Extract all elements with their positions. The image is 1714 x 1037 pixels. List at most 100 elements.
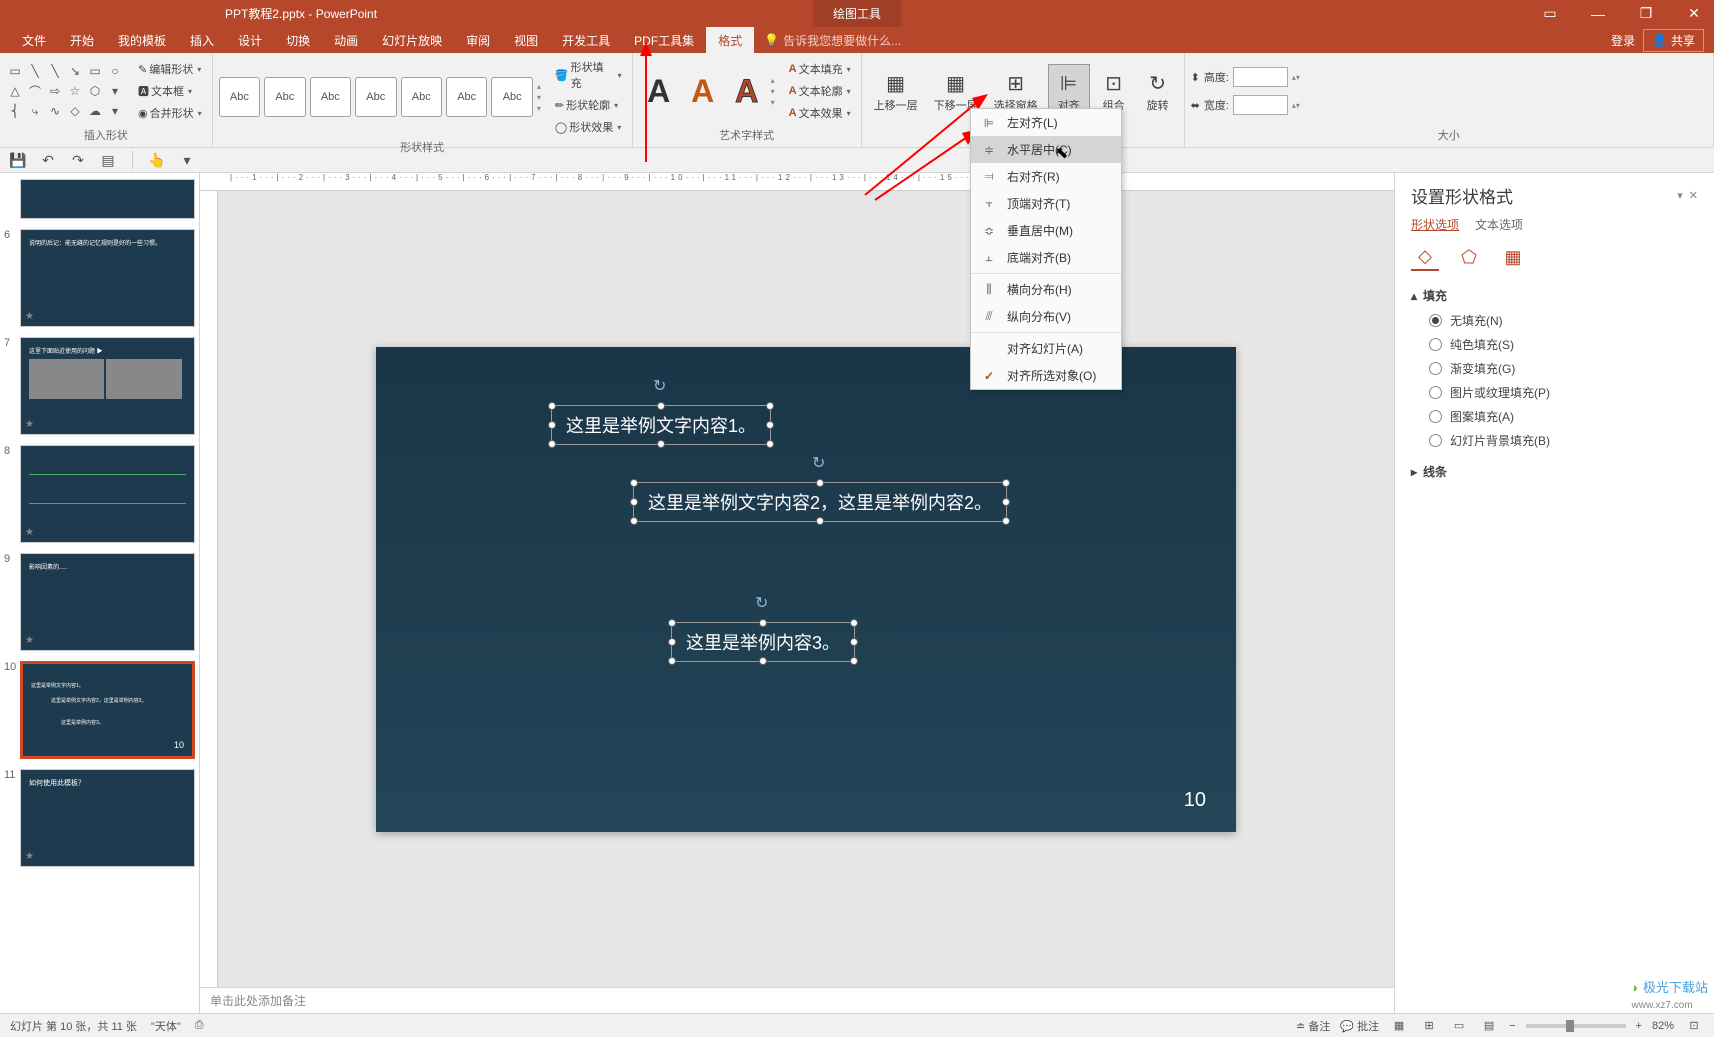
tab-transition[interactable]: 切换: [274, 27, 322, 53]
fit-to-window-icon[interactable]: ⊡: [1684, 1016, 1704, 1036]
qat-start-icon[interactable]: ▤: [98, 150, 118, 170]
bring-forward-button[interactable]: ▦上移一层: [868, 65, 924, 117]
tab-animation[interactable]: 动画: [322, 27, 370, 53]
view-sorter-icon[interactable]: ⊞: [1419, 1016, 1439, 1036]
login-link[interactable]: 登录: [1611, 32, 1635, 49]
shape-line-icon[interactable]: ╲: [26, 62, 44, 80]
text-effects-button[interactable]: A文本效果▾: [785, 103, 855, 123]
tab-home[interactable]: 开始: [58, 27, 106, 53]
menu-align-left[interactable]: ⊫左对齐(L): [971, 109, 1121, 136]
view-reading-icon[interactable]: ▭: [1449, 1016, 1469, 1036]
zoom-in-button[interactable]: +: [1636, 1020, 1642, 1032]
wordart-style-2[interactable]: A: [683, 71, 723, 111]
shape-cloud-icon[interactable]: ☁: [86, 102, 104, 120]
shape-arrow2-icon[interactable]: ⇨: [46, 82, 64, 100]
view-slideshow-icon[interactable]: ▤: [1479, 1016, 1499, 1036]
menu-align-center-v[interactable]: ≎垂直居中(M): [971, 217, 1121, 244]
shape-style-4[interactable]: Abc: [355, 77, 396, 117]
view-normal-icon[interactable]: ▦: [1389, 1016, 1409, 1036]
thumbnail-11[interactable]: 如何使用此模板？★: [20, 769, 195, 867]
shape-hex-icon[interactable]: ⬡: [86, 82, 104, 100]
current-slide[interactable]: ↻ 这里是举例文字内容1。 ↻ 这里是举例文字内容2，这里是举例内容2。: [376, 347, 1236, 832]
shape-style-3[interactable]: Abc: [310, 77, 351, 117]
rotate-handle-icon[interactable]: ↻: [755, 593, 771, 609]
radio-solid-fill[interactable]: 纯色填充(S): [1429, 336, 1698, 353]
shape-style-6[interactable]: Abc: [446, 77, 487, 117]
pane-tab-shape-options[interactable]: 形状选项: [1411, 216, 1459, 233]
thumbnail-7[interactable]: 这里下面贴近使用的问题 ▶★: [20, 337, 195, 435]
pane-tab-text-options[interactable]: 文本选项: [1475, 216, 1523, 233]
zoom-out-button[interactable]: −: [1509, 1020, 1515, 1032]
thumbnail-8[interactable]: ★: [20, 445, 195, 543]
shape-brace-icon[interactable]: ⎨: [6, 102, 24, 120]
qat-touch-icon[interactable]: 👆: [147, 150, 167, 170]
shape-connector-icon[interactable]: ⤷: [26, 102, 44, 120]
tab-file[interactable]: 文件: [10, 27, 58, 53]
window-minimize-button[interactable]: —: [1578, 0, 1618, 27]
fill-section-header[interactable]: ▴填充: [1411, 287, 1698, 304]
pane-close-icon[interactable]: ✕: [1689, 189, 1698, 202]
shape-rect-icon[interactable]: ▭: [6, 62, 24, 80]
shape-more-icon[interactable]: ▾: [106, 82, 124, 100]
menu-align-center-h[interactable]: ≑水平居中(C): [971, 136, 1121, 163]
tab-review[interactable]: 审阅: [454, 27, 502, 53]
notes-pane[interactable]: 单击此处添加备注: [200, 987, 1394, 1013]
menu-align-to-selected[interactable]: ✓对齐所选对象(O): [971, 362, 1121, 389]
shape-style-5[interactable]: Abc: [401, 77, 442, 117]
text-outline-button[interactable]: A文本轮廓▾: [785, 81, 855, 101]
rotate-button[interactable]: ↻旋转: [1138, 65, 1178, 117]
tab-dev[interactable]: 开发工具: [550, 27, 622, 53]
menu-align-to-slide[interactable]: 对齐幻灯片(A): [971, 335, 1121, 362]
qat-undo-icon[interactable]: ↶: [38, 150, 58, 170]
thumbnail-5[interactable]: [20, 179, 195, 219]
pane-dropdown-icon[interactable]: ▾: [1677, 189, 1683, 202]
notes-toggle[interactable]: ≐ 备注: [1296, 1018, 1330, 1034]
menu-align-bottom[interactable]: ⫠底端对齐(B): [971, 244, 1121, 271]
width-input[interactable]: [1233, 95, 1288, 115]
textbox-3[interactable]: ↻ 这里是举例内容3。: [671, 622, 855, 662]
tab-templates[interactable]: 我的模板: [106, 27, 178, 53]
thumbnail-9[interactable]: 影响因素的.....★: [20, 553, 195, 651]
qat-save-icon[interactable]: 💾: [8, 150, 28, 170]
shape-gallery[interactable]: ▭ ╲ ╲ ↘ ▭ ○ △ ⌒ ⇨ ☆ ⬡ ▾ ⎨ ⤷ ∿ ◇ ☁ ▾: [6, 62, 124, 120]
shape-freeform-icon[interactable]: ∿: [46, 102, 64, 120]
radio-picture-fill[interactable]: 图片或纹理填充(P): [1429, 384, 1698, 401]
radio-gradient-fill[interactable]: 渐变填充(G): [1429, 360, 1698, 377]
textbox-button[interactable]: 🅰文本框▾: [134, 81, 206, 101]
shape-callout-icon[interactable]: ◇: [66, 102, 84, 120]
textbox-1[interactable]: ↻ 这里是举例文字内容1。: [551, 405, 771, 445]
line-section-header[interactable]: ▸线条: [1411, 463, 1698, 480]
shape-effects-button[interactable]: ◯形状效果▾: [551, 117, 626, 137]
qat-redo-icon[interactable]: ↷: [68, 150, 88, 170]
radio-slide-bg-fill[interactable]: 幻灯片背景填充(B): [1429, 432, 1698, 449]
comments-toggle[interactable]: 💬 批注: [1340, 1018, 1379, 1034]
qat-dropdown-icon[interactable]: ▾: [177, 150, 197, 170]
menu-align-top[interactable]: ⫟顶端对齐(T): [971, 190, 1121, 217]
rotate-handle-icon[interactable]: ↻: [653, 376, 669, 392]
shape-style-2[interactable]: Abc: [264, 77, 305, 117]
shape-arrow-icon[interactable]: ↘: [66, 62, 84, 80]
shape-style-7[interactable]: Abc: [491, 77, 532, 117]
window-close-button[interactable]: ✕: [1674, 0, 1714, 27]
menu-align-right[interactable]: ⫤右对齐(R): [971, 163, 1121, 190]
fill-line-icon[interactable]: ◇: [1411, 243, 1439, 271]
window-restore-button[interactable]: ❐: [1626, 0, 1666, 27]
wordart-style-1[interactable]: A: [639, 71, 679, 111]
shape-star-icon[interactable]: ☆: [66, 82, 84, 100]
tab-slideshow[interactable]: 幻灯片放映: [370, 27, 454, 53]
tab-view[interactable]: 视图: [502, 27, 550, 53]
radio-pattern-fill[interactable]: 图案填充(A): [1429, 408, 1698, 425]
textbox-2[interactable]: ↻ 这里是举例文字内容2，这里是举例内容2。: [633, 482, 1007, 522]
shape-outline-button[interactable]: ✏形状轮廓▾: [551, 95, 626, 115]
merge-shapes-button[interactable]: ◉合并形状▾: [134, 103, 206, 123]
tab-format[interactable]: 格式: [706, 27, 754, 53]
shape-line2-icon[interactable]: ╲: [46, 62, 64, 80]
shape-fill-button[interactable]: 🪣形状填充▾: [551, 57, 626, 93]
effects-pane-icon[interactable]: ⬠: [1455, 243, 1483, 271]
slide-canvas[interactable]: ↻ 这里是举例文字内容1。 ↻ 这里是举例文字内容2，这里是举例内容2。: [218, 191, 1394, 987]
shape-curve-icon[interactable]: ⌒: [26, 82, 44, 100]
shape-tri-icon[interactable]: △: [6, 82, 24, 100]
shape-style-1[interactable]: Abc: [219, 77, 260, 117]
shape-rect2-icon[interactable]: ▭: [86, 62, 104, 80]
tab-insert[interactable]: 插入: [178, 27, 226, 53]
